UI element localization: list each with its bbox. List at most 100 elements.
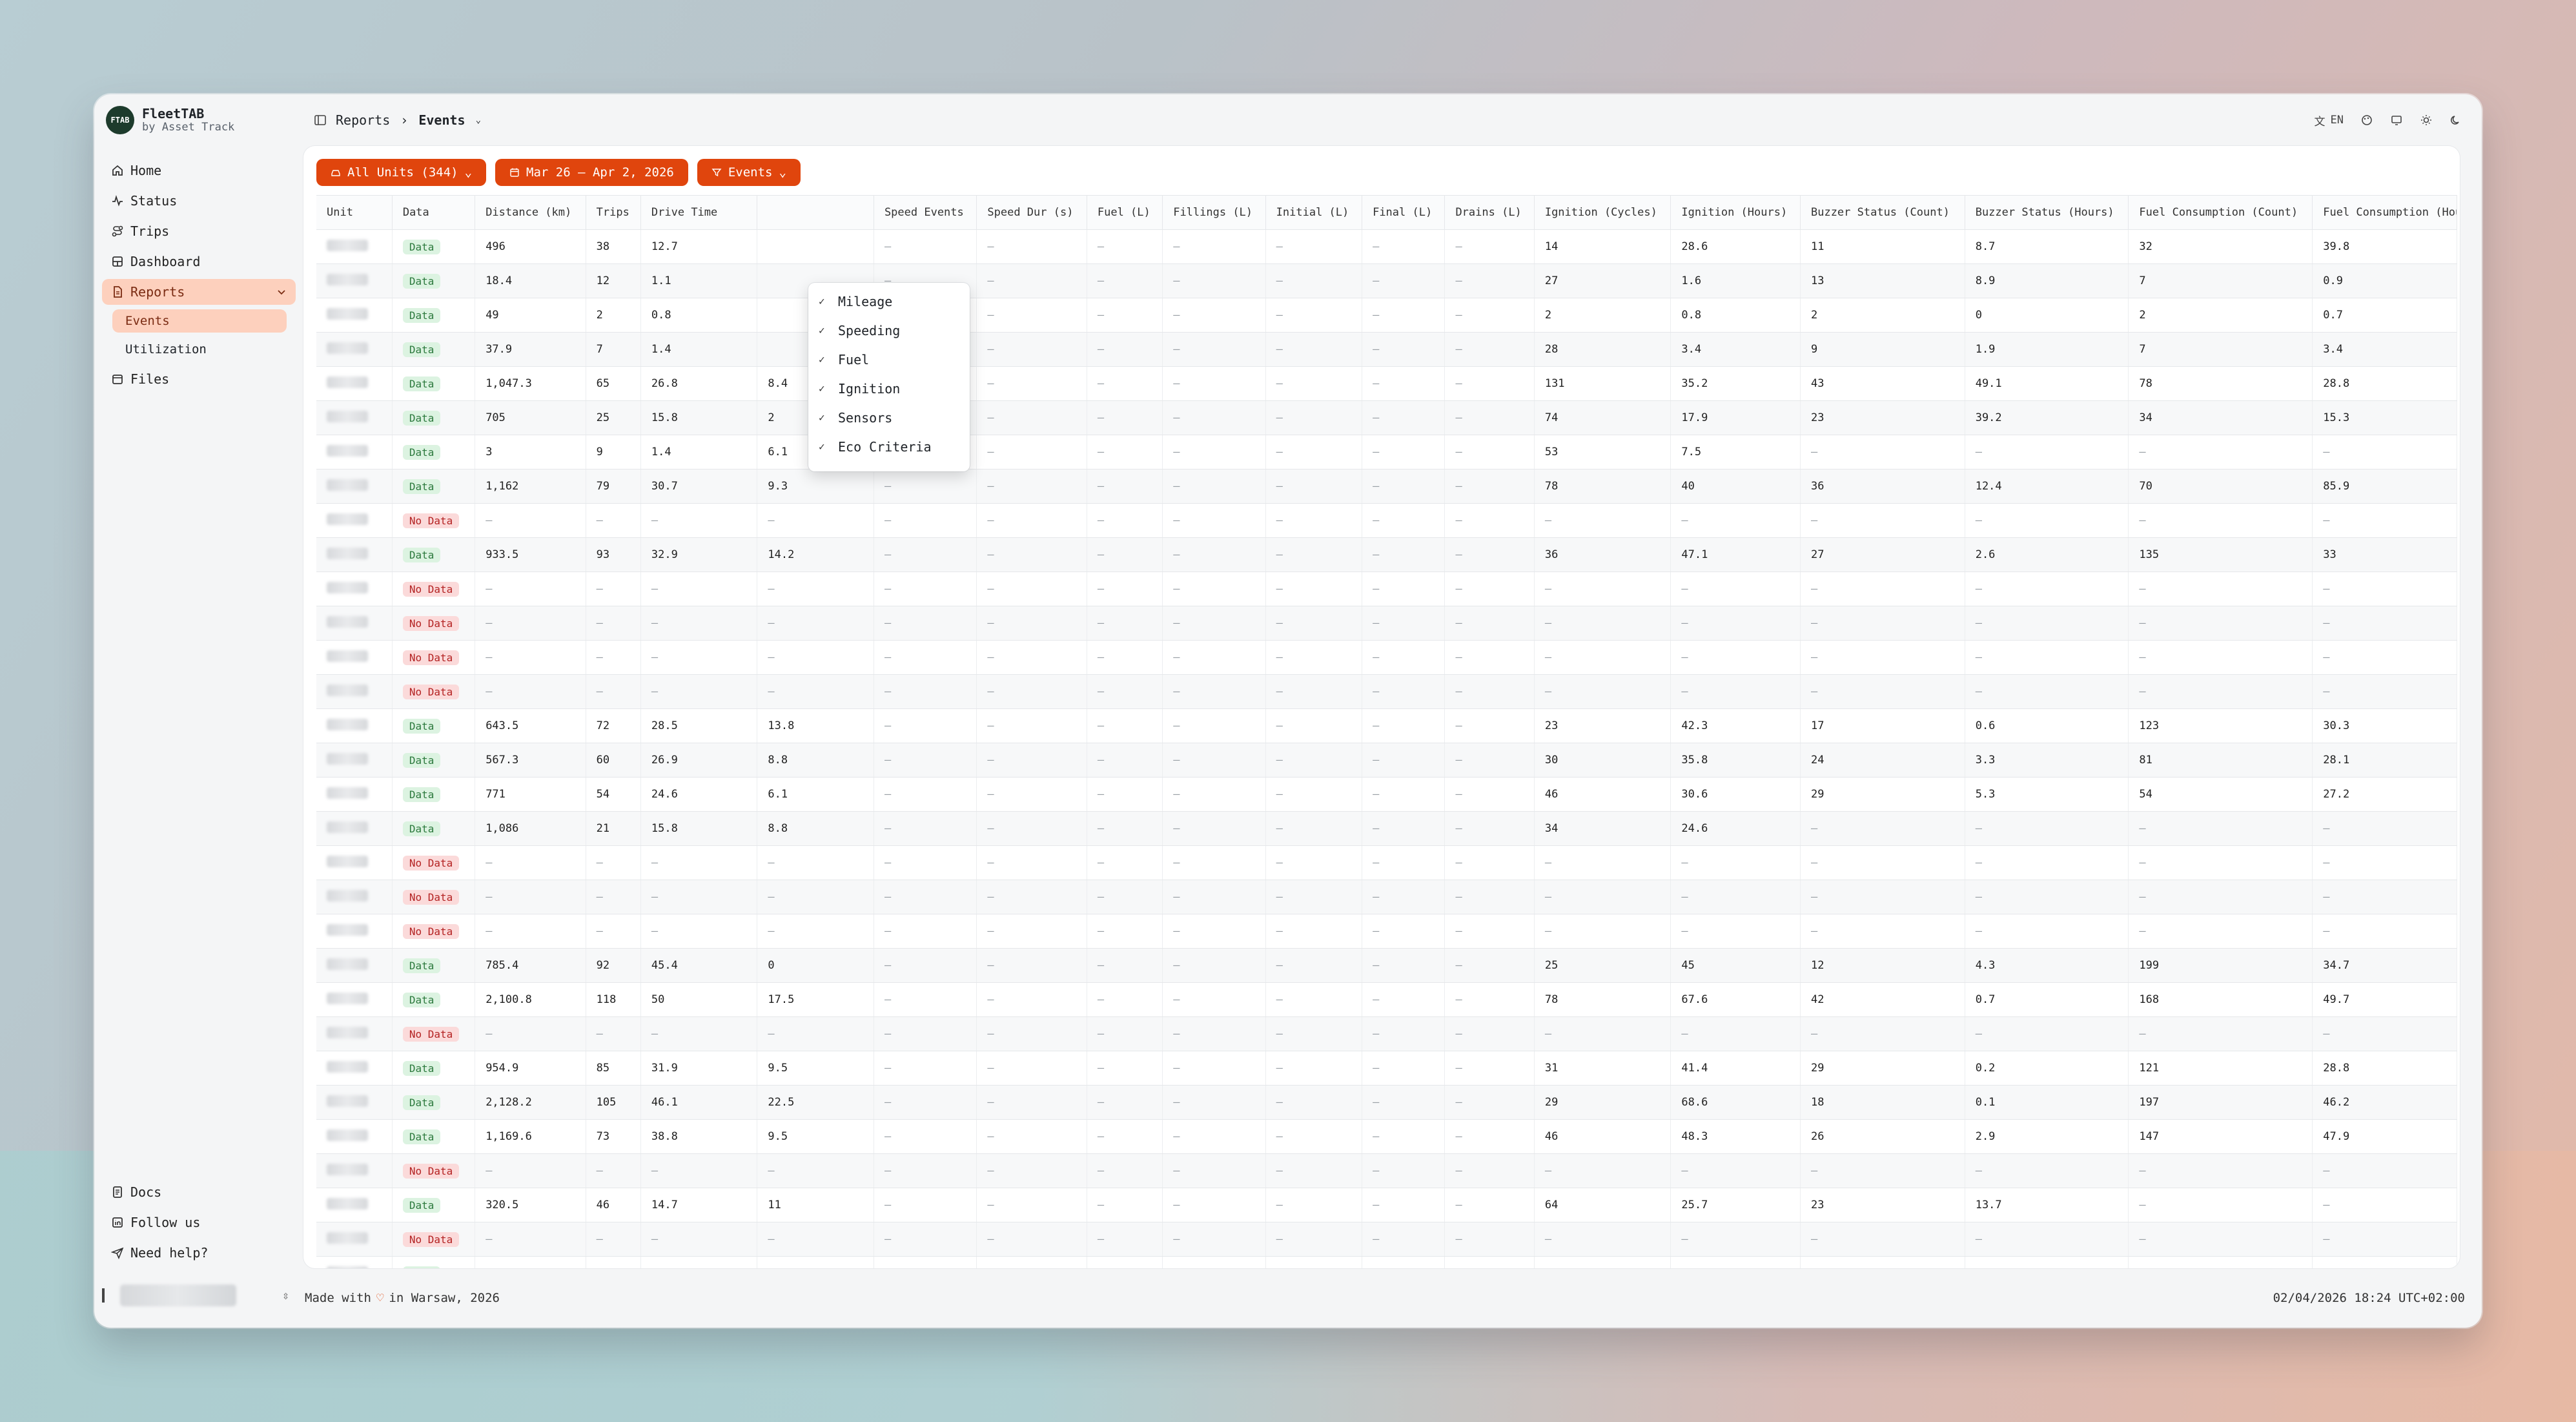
- column-header[interactable]: Trips: [586, 196, 641, 230]
- table-row[interactable]: Data 567.3 60 26.9 8.8– – – – – – –30 35.8 24 3.3 81 28…: [316, 743, 2457, 778]
- nav-item-reports[interactable]: Reports: [102, 279, 296, 305]
- column-header[interactable]: Drains (L): [1444, 196, 1535, 230]
- user-menu[interactable]: ⇳: [102, 1281, 296, 1310]
- monitor-icon[interactable]: [2390, 114, 2403, 127]
- column-header[interactable]: Unit: [316, 196, 393, 230]
- dropdown-option[interactable]: ✓ Sensors: [808, 403, 970, 432]
- unit-name-redacted: [327, 855, 368, 867]
- table-row[interactable]: Data 785.4 92 45.4 0– – – – – – –25 45 12 4.3 199 34.7: [316, 948, 2457, 983]
- nav-subitem-events[interactable]: Events: [112, 309, 287, 333]
- table-row[interactable]: No Data – – – – – – – – – – – – – – – – –: [316, 640, 2457, 675]
- nav-item-need-help[interactable]: Need help?: [102, 1240, 296, 1266]
- column-header[interactable]: Fuel Consumption (Count): [2128, 196, 2313, 230]
- column-header[interactable]: Data: [392, 196, 476, 230]
- breadcrumb-current[interactable]: Events: [418, 112, 465, 128]
- chevron-down-icon[interactable]: [275, 285, 288, 298]
- table-row[interactable]: No Data – – – – – – – – – – – – – – – – –: [316, 606, 2457, 641]
- nav-item-dashboard[interactable]: Dashboard: [102, 249, 296, 274]
- table-row[interactable]: Data 2,100.8 118 50 17.5– – – – – – –78 67.6 42 0.7 16…: [316, 982, 2457, 1017]
- dropdown-option[interactable]: ✓ Mileage: [808, 287, 970, 316]
- dropdown-option[interactable]: ✓ Speeding: [808, 316, 970, 345]
- table-cell: –: [976, 366, 1087, 401]
- chevron-down-icon[interactable]: ⌄: [476, 115, 481, 125]
- table-row[interactable]: Data 2,128.2 105 46.1 22.5– – – – – – –29 68.6 18 0.1…: [316, 1085, 2457, 1120]
- nav-subitem-utilization[interactable]: Utilization: [112, 338, 287, 361]
- table-cell: 9.5: [757, 1051, 874, 1086]
- table-row[interactable]: Data 954.9 85 31.9 9.5– – – – – – –31 41.4 29 0.2 121 2…: [316, 1051, 2457, 1086]
- nav-item-files[interactable]: Files: [102, 366, 296, 392]
- column-header[interactable]: Ignition (Cycles): [1534, 196, 1671, 230]
- table-cell: 23: [1800, 400, 1965, 435]
- column-header[interactable]: Fillings (L): [1162, 196, 1266, 230]
- column-header[interactable]: Fuel Consumption (Hou: [2312, 196, 2457, 230]
- nav-item-status[interactable]: Status: [102, 188, 296, 214]
- table-row[interactable]: No Data – – – – – – – – – – – – – – – – –: [316, 845, 2457, 880]
- status-badge: No Data: [402, 1231, 460, 1247]
- table-row[interactable]: Data7052515.82–––––––7417.92339.23415.3: [316, 400, 2457, 435]
- table-row[interactable]: No Data – – – – – – – – – – – – – – – – –: [316, 572, 2457, 606]
- table-cell: –: [1087, 229, 1163, 264]
- table-row[interactable]: Data 933.5 93 32.9 14.2– – – – – – –36 47.1 27 2.6 135…: [316, 537, 2457, 572]
- moon-icon[interactable]: [2449, 114, 2462, 127]
- table-row[interactable]: Data37.971.4–––––––283.491.973.4: [316, 332, 2457, 367]
- table-row[interactable]: Data 1,162 79 30.7 9.3– – – – – – –78 40 36 12.4 70 85.…: [316, 469, 2457, 504]
- table-row[interactable]: No Data – – – – – – – – – – – – – – – – –: [316, 674, 2457, 709]
- table-cell: –: [586, 1016, 641, 1051]
- table-row[interactable]: No Data – – – – – – – – – – – – – – – – –: [316, 503, 2457, 538]
- chevron-updown-icon: ⇳: [282, 1288, 289, 1303]
- column-header[interactable]: Initial (L): [1265, 196, 1363, 230]
- column-header[interactable]: Drive Time: [640, 196, 758, 230]
- table-row[interactable]: Data 1,169.6 73 38.8 9.5– – – – – – –46 48.3 26 2.9 14…: [316, 1119, 2457, 1154]
- table-row[interactable]: Data 496 38 12.7– – – – – – –14 28.6 11 8.7 32 39.8: [316, 229, 2457, 264]
- nav-item-follow-us[interactable]: Follow us: [102, 1210, 296, 1235]
- column-header[interactable]: Final (L): [1362, 196, 1446, 230]
- units-filter-button[interactable]: All Units (344) ⌄: [316, 159, 487, 186]
- dropdown-option[interactable]: ✓ Fuel: [808, 345, 970, 374]
- column-header[interactable]: Buzzer Status (Hours): [1965, 196, 2129, 230]
- palette-icon[interactable]: [2360, 114, 2373, 127]
- sun-icon[interactable]: [2420, 114, 2433, 127]
- table-cell: –: [1362, 845, 1446, 880]
- date-range-button[interactable]: Mar 26 – Apr 2, 2026: [495, 159, 688, 186]
- column-header[interactable]: Fuel (L): [1087, 196, 1163, 230]
- column-header[interactable]: Ignition (Hours): [1670, 196, 1801, 230]
- table-cell: –: [2312, 435, 2457, 469]
- column-header[interactable]: [757, 196, 874, 230]
- sidebar-toggle-icon[interactable]: [314, 114, 327, 127]
- table-cell: 24.6: [640, 777, 758, 812]
- column-header[interactable]: Buzzer Status (Count): [1800, 196, 1965, 230]
- dropdown-option-label: Speeding: [838, 322, 901, 338]
- nav-item-home[interactable]: Home: [102, 158, 296, 183]
- dropdown-option[interactable]: ✓ Ignition: [808, 374, 970, 403]
- table-row[interactable]: No Data – – – – – – – – – – – – – – – – –: [316, 1016, 2457, 1051]
- table-row[interactable]: Data9782415.37.6226–––––2622.9––––: [316, 1256, 2457, 1268]
- table-row[interactable]: No Data – – – – – – – – – – – – – – – – –: [316, 1153, 2457, 1188]
- table-cell: –: [1265, 948, 1363, 983]
- brand[interactable]: FTAB FleetTAB by Asset Track: [106, 106, 234, 134]
- table-row[interactable]: Data391.46.1–––––––537.5––––: [316, 435, 2457, 469]
- table-cell: –: [1362, 777, 1446, 812]
- table-row[interactable]: Data4920.8–––––––20.82020.7: [316, 298, 2457, 333]
- table-cell: 34.7: [2312, 948, 2457, 983]
- events-filter-button[interactable]: Events ⌄: [697, 159, 801, 186]
- table-row[interactable]: Data 1,086 21 15.8 8.8– – – – – – –34 24.6– – – –: [316, 811, 2457, 846]
- column-header[interactable]: Speed Events: [874, 196, 977, 230]
- column-header[interactable]: Distance (km): [475, 196, 586, 230]
- language-switcher[interactable]: 文 EN: [2315, 112, 2344, 129]
- column-header[interactable]: Speed Dur (s): [976, 196, 1087, 230]
- nav-item-trips[interactable]: Trips: [102, 218, 296, 244]
- dropdown-option[interactable]: ✓ Eco Criteria: [808, 432, 970, 461]
- table-row[interactable]: No Data – – – – – – – – – – – – – – – – –: [316, 880, 2457, 914]
- events-table-container[interactable]: Unit Data Distance (km) Trips Drive Time Spee…: [316, 195, 2457, 1268]
- table-row[interactable]: Data 771 54 24.6 6.1– – – – – – –46 30.6 29 5.3 54 27.2: [316, 777, 2457, 812]
- table-row[interactable]: Data 643.5 72 28.5 13.8– – – – – – –23 42.3 17 0.6 123…: [316, 708, 2457, 743]
- table-row[interactable]: Data1,047.36526.88.4–––––––13135.24349.1…: [316, 366, 2457, 401]
- table-row[interactable]: Data 320.5 46 14.7 11– – – – – – –64 25.7 23 13.7– –: [316, 1188, 2457, 1222]
- nav-item-docs[interactable]: Docs: [102, 1179, 296, 1205]
- table-row[interactable]: No Data – – – – – – – – – – – – – – – – –: [316, 1222, 2457, 1257]
- footer-timestamp: 02/04/2026 18:24 UTC+02:00: [2273, 1291, 2465, 1305]
- table-row[interactable]: No Data – – – – – – – – – – – – – – – – –: [316, 914, 2457, 949]
- table-row[interactable]: Data 18.4 12 1.1– – – – – – –27 1.6 13 8.9 7 0.9: [316, 263, 2457, 298]
- check-icon: ✓: [819, 440, 825, 453]
- breadcrumb-parent[interactable]: Reports: [336, 112, 390, 128]
